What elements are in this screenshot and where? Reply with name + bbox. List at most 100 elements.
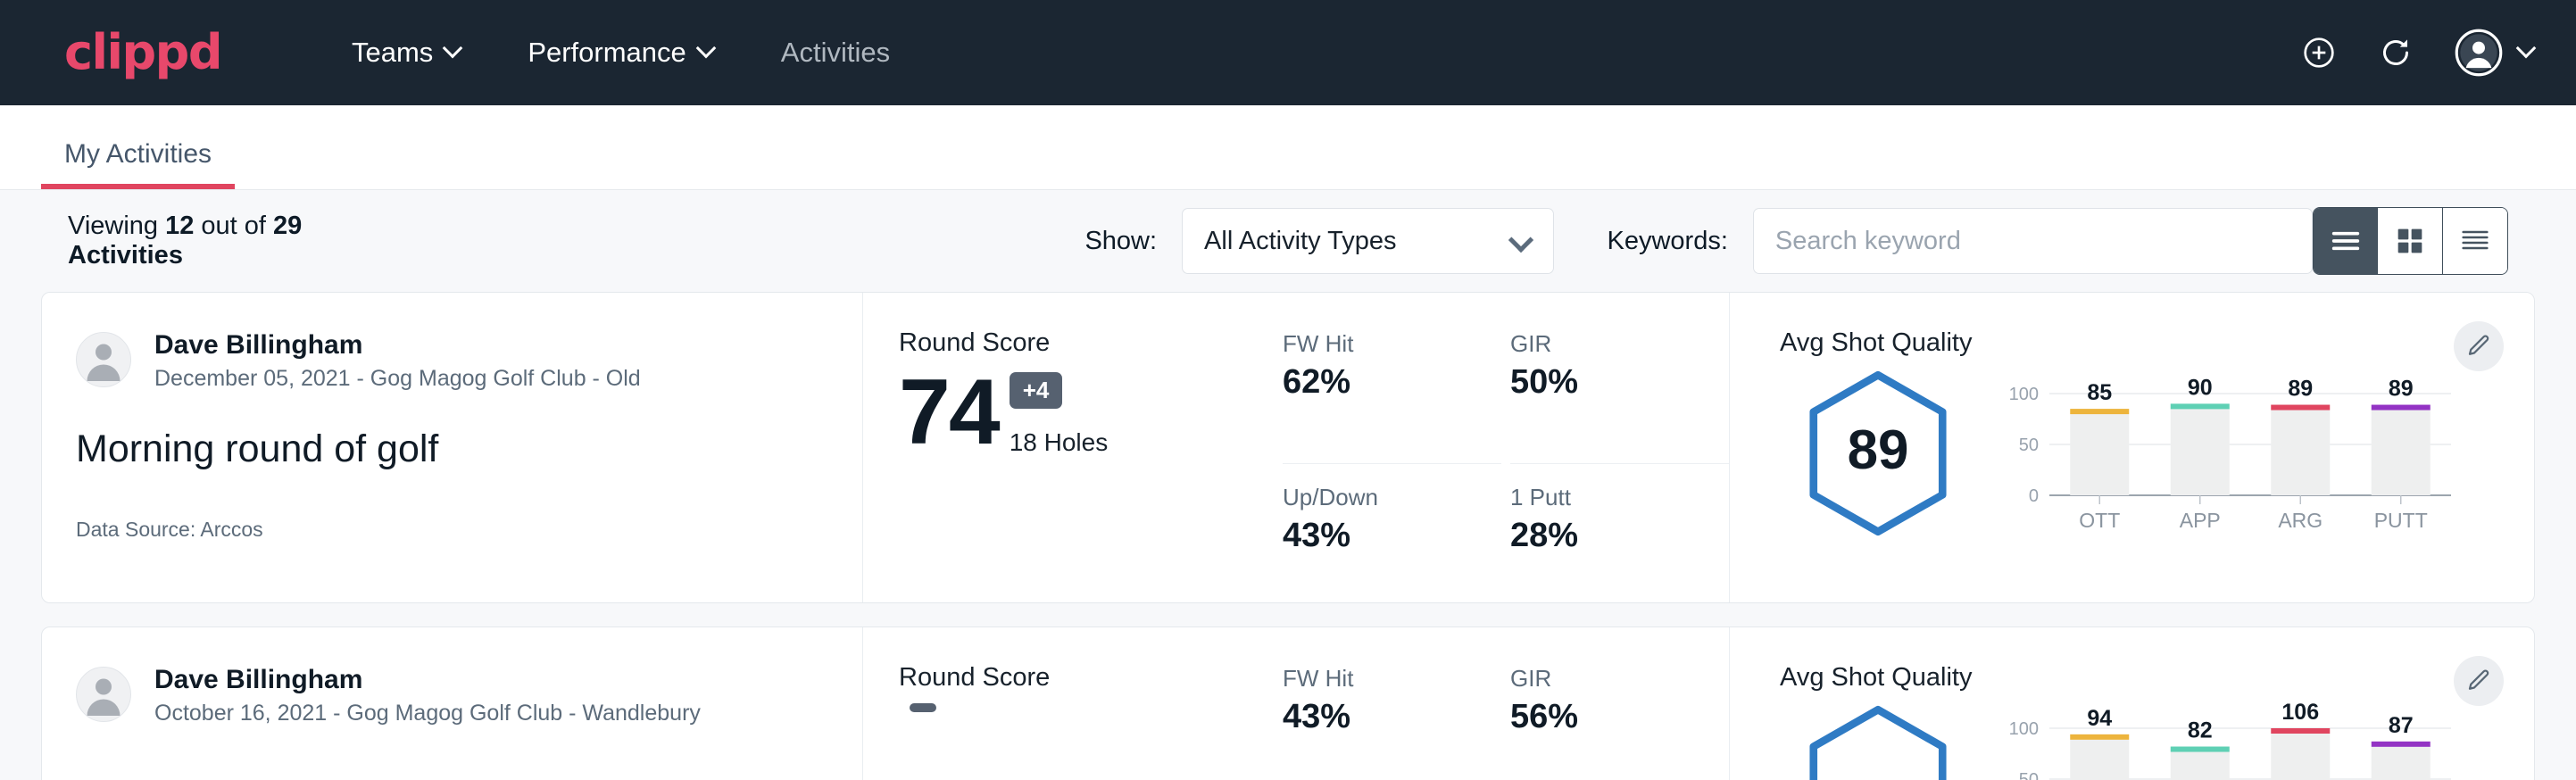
avatar xyxy=(76,667,131,722)
nav-item-teams-label: Teams xyxy=(352,37,433,69)
avg-shot-quality-label: Avg Shot Quality xyxy=(1780,663,2534,693)
svg-text:ARG: ARG xyxy=(2278,509,2323,532)
svg-text:85: 85 xyxy=(2087,380,2112,405)
activity-meta: December 05, 2021 - Gog Magog Golf Club … xyxy=(154,366,641,392)
activity-author-text: Dave Billingham October 16, 2021 - Gog M… xyxy=(154,663,701,726)
activity-meta: October 16, 2021 - Gog Magog Golf Club -… xyxy=(154,701,701,726)
hexagon-score-icon: 89 xyxy=(1801,369,1955,538)
viewing-count: 12 xyxy=(165,212,194,240)
avatar xyxy=(76,332,131,387)
svg-text:0: 0 xyxy=(2029,486,2039,506)
activity-author-name: Dave Billingham xyxy=(154,328,641,362)
refresh-button[interactable] xyxy=(2378,35,2414,71)
tab-my-activities-label: My Activities xyxy=(64,139,212,169)
person-icon xyxy=(77,332,130,386)
tab-my-activities[interactable]: My Activities xyxy=(41,139,235,189)
activity-author: Dave Billingham December 05, 2021 - Gog … xyxy=(76,328,862,392)
stat-fw-hit-label: FW Hit xyxy=(1283,330,1466,358)
show-filter-label: Show: xyxy=(1084,227,1157,256)
view-mode-toggle-group xyxy=(2313,207,2508,275)
round-score-side: +4 18 Holes xyxy=(1010,372,1109,457)
view-mode-list-button[interactable] xyxy=(2314,208,2378,274)
activity-author-text: Dave Billingham December 05, 2021 - Gog … xyxy=(154,328,641,392)
svg-text:50: 50 xyxy=(2019,436,2039,455)
svg-text:106: 106 xyxy=(2281,700,2319,725)
clippd-logo[interactable]: clippd xyxy=(64,29,221,77)
stat-gir-label: GIR xyxy=(1510,665,1693,693)
avg-shot-quality-body: 89 05010085OTT90APP89ARG89PUTT xyxy=(1780,363,2534,546)
edit-activity-button[interactable] xyxy=(2454,656,2504,706)
svg-text:100: 100 xyxy=(2009,719,2039,739)
bar-chart-svg: 05010094OTT82APP106ARG87PUTT xyxy=(1994,698,2458,780)
svg-text:89: 89 xyxy=(2288,377,2313,402)
svg-text:OTT: OTT xyxy=(2079,509,2120,532)
stats-column: FW Hit 43% GIR 56% Up/Down 1 Putt xyxy=(1283,627,1729,780)
nav-item-performance[interactable]: Performance xyxy=(495,28,748,78)
quality-hexagon xyxy=(1780,698,1976,780)
chevron-down-icon xyxy=(445,41,463,59)
view-mode-grid-button[interactable] xyxy=(2378,208,2442,274)
stat-gir: GIR 50% xyxy=(1510,330,1729,464)
compact-view-icon xyxy=(2457,223,2493,259)
svg-text:APP: APP xyxy=(2180,509,2221,532)
holes-played: 18 Holes xyxy=(1010,428,1109,457)
chevron-down-icon xyxy=(699,41,717,59)
account-menu[interactable] xyxy=(2455,29,2537,77)
round-score-column: Round Score 74 +4 18 Holes xyxy=(863,293,1283,602)
stat-up-down-value: 43% xyxy=(1283,517,1466,555)
stat-fw-hit: FW Hit 62% xyxy=(1283,330,1501,464)
round-score-label: Round Score xyxy=(899,328,1283,358)
activity-card[interactable]: Dave Billingham December 05, 2021 - Gog … xyxy=(41,292,2535,603)
stat-gir-label: GIR xyxy=(1510,330,1693,358)
stat-one-putt: 1 Putt 28% xyxy=(1510,464,1729,602)
activity-data-source: Data Source: Arccos xyxy=(76,518,862,542)
activity-info-column: Dave Billingham October 16, 2021 - Gog M… xyxy=(42,627,863,780)
round-score-label: Round Score xyxy=(899,663,1283,693)
stat-fw-hit-value: 43% xyxy=(1283,698,1466,736)
grid-view-icon xyxy=(2392,223,2428,259)
account-avatar-icon xyxy=(2455,29,2503,77)
viewing-prefix: Viewing xyxy=(68,212,165,240)
score-to-par-badge: +4 xyxy=(1010,372,1063,409)
avg-shot-quality-label: Avg Shot Quality xyxy=(1780,328,2534,358)
stat-up-down-label: Up/Down xyxy=(1283,484,1466,511)
top-navigation-bar: clippd Teams Performance Activities xyxy=(0,0,2576,105)
keywords-label: Keywords: xyxy=(1608,227,1728,256)
activity-info-column: Dave Billingham December 05, 2021 - Gog … xyxy=(42,293,863,602)
main-nav-items: Teams Performance Activities xyxy=(320,28,922,78)
avg-shot-quality-column: Avg Shot Quality 05010094OTT82APP106ARG8… xyxy=(1729,627,2534,780)
activity-type-select[interactable]: All Activity Types xyxy=(1182,208,1553,274)
person-icon xyxy=(77,667,130,721)
add-button[interactable] xyxy=(2301,35,2337,71)
shot-quality-bar-chart: 05010094OTT82APP106ARG87PUTT xyxy=(1976,698,2534,780)
svg-text:100: 100 xyxy=(2009,385,2039,404)
svg-text:89: 89 xyxy=(1848,419,1909,481)
stats-column: FW Hit 62% GIR 50% Up/Down 43% 1 Putt 28… xyxy=(1283,293,1729,602)
activity-card[interactable]: Dave Billingham October 16, 2021 - Gog M… xyxy=(41,626,2535,780)
round-score-row xyxy=(899,703,1283,732)
activity-author: Dave Billingham October 16, 2021 - Gog M… xyxy=(76,663,862,726)
search-input[interactable] xyxy=(1753,208,2313,274)
svg-text:PUTT: PUTT xyxy=(2374,509,2428,532)
nav-item-performance-label: Performance xyxy=(528,37,686,69)
stat-one-putt-value: 28% xyxy=(1510,517,1693,555)
stat-one-putt-label: 1 Putt xyxy=(1510,484,1693,511)
edit-activity-button[interactable] xyxy=(2454,321,2504,371)
svg-text:94: 94 xyxy=(2087,706,2112,731)
round-score-value: 74 xyxy=(899,369,999,457)
quality-hexagon: 89 xyxy=(1780,363,1976,538)
page-tab-bar: My Activities xyxy=(0,105,2576,190)
activity-card-list: Dave Billingham December 05, 2021 - Gog … xyxy=(41,292,2535,780)
pencil-icon xyxy=(2465,668,2492,694)
svg-text:90: 90 xyxy=(2188,375,2213,400)
stat-gir: GIR 56% xyxy=(1510,665,1729,780)
nav-right-actions xyxy=(2301,29,2537,77)
stat-up-down: Up/Down 43% xyxy=(1283,464,1501,602)
list-view-icon xyxy=(2328,223,2364,259)
plus-circle-icon xyxy=(2301,35,2337,71)
stat-fw-hit: FW Hit 43% xyxy=(1283,665,1501,780)
pencil-icon xyxy=(2465,333,2492,360)
view-mode-compact-button[interactable] xyxy=(2443,208,2507,274)
nav-item-teams[interactable]: Teams xyxy=(320,28,495,78)
nav-item-activities[interactable]: Activities xyxy=(749,28,922,78)
